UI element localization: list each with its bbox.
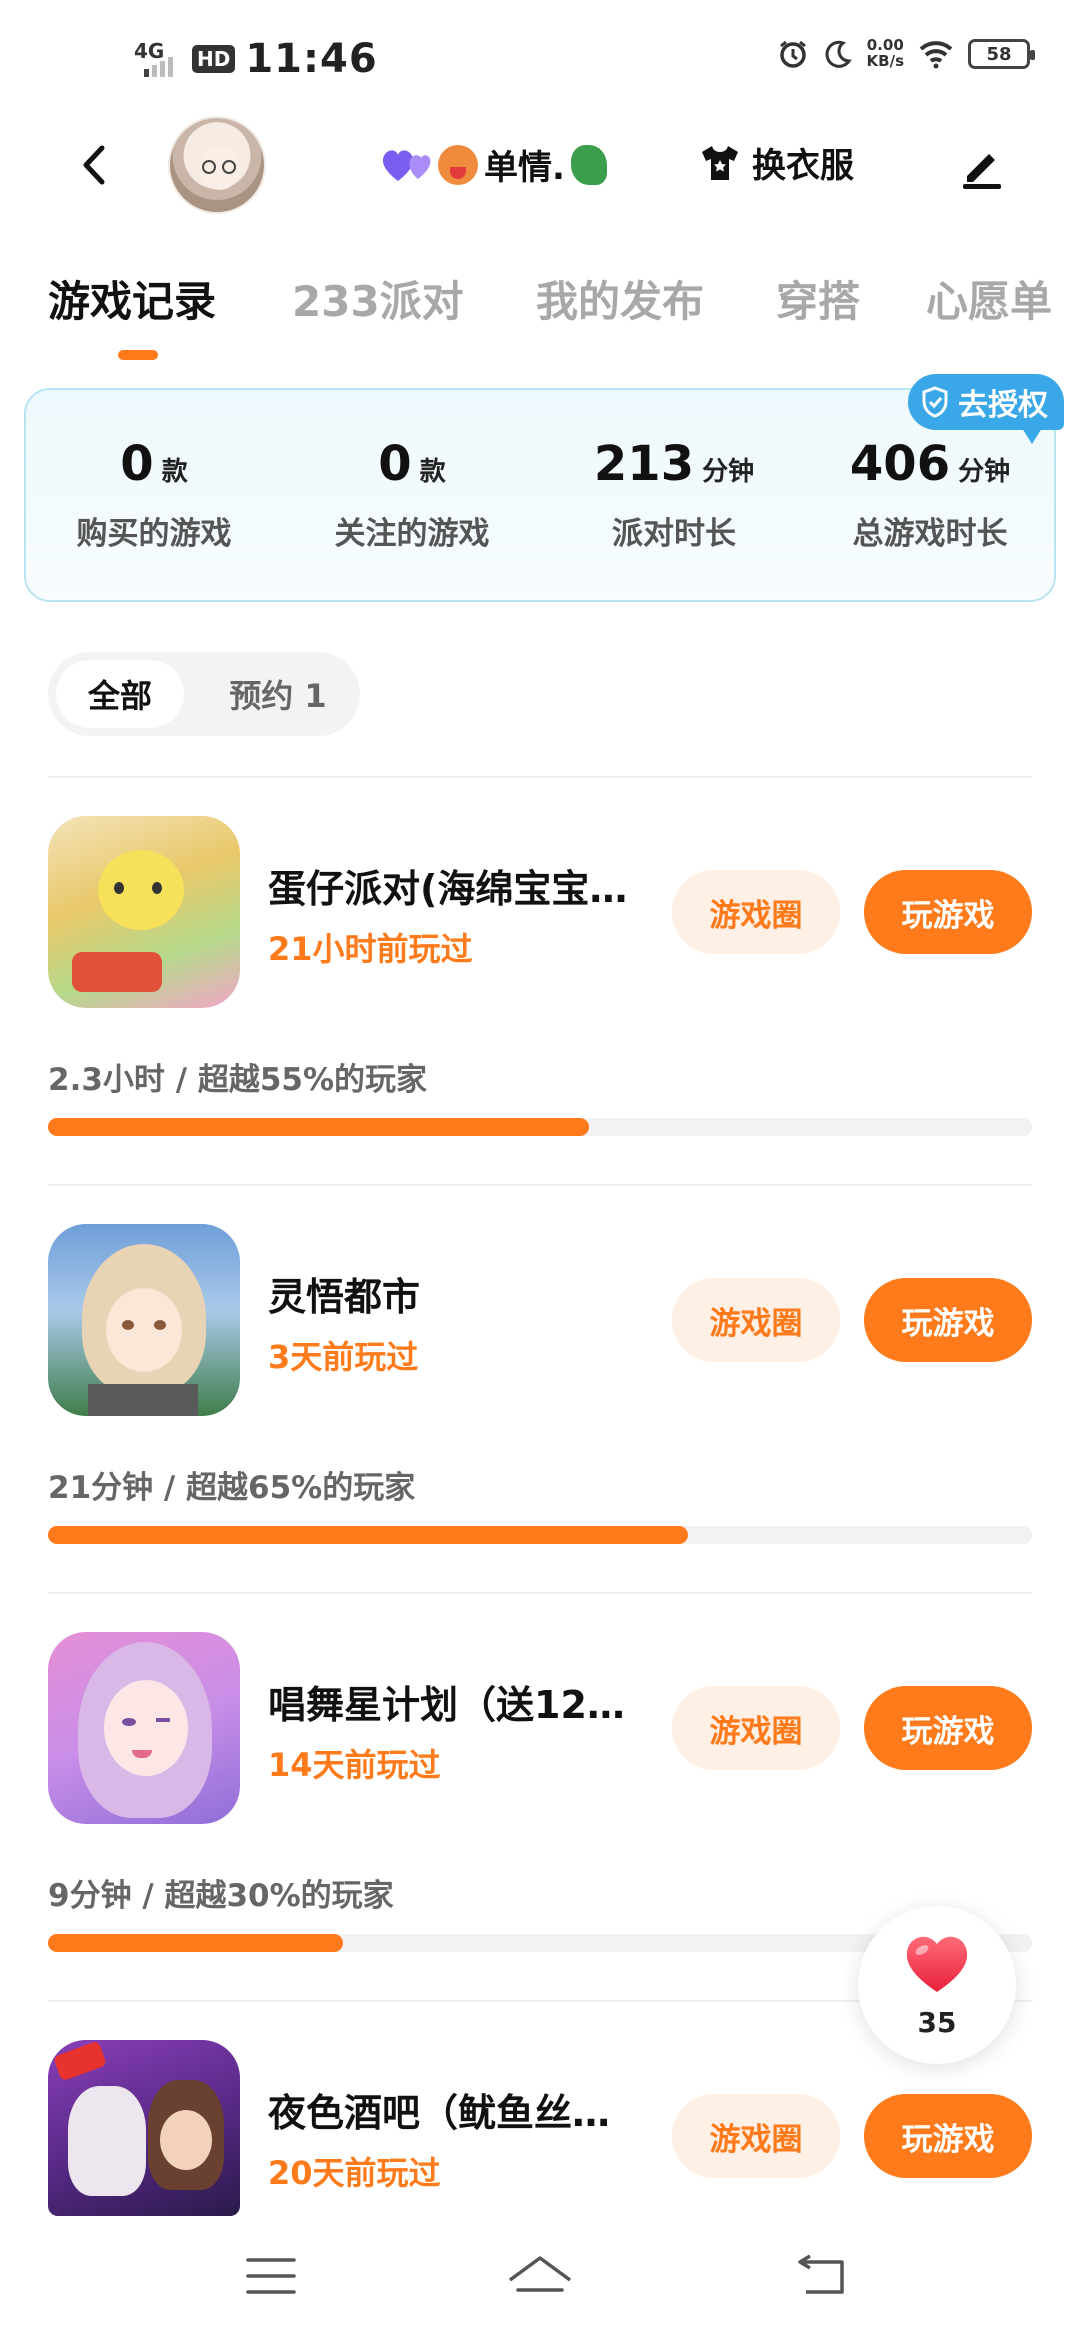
game-title: 唱舞星计划（送12… (268, 1683, 625, 1727)
game-circle-button[interactable]: 游戏圈 (672, 1686, 840, 1770)
game-icon-eggy-party[interactable] (48, 816, 240, 1008)
wifi-icon (919, 41, 953, 69)
tab-wishlist[interactable]: 心愿单 (926, 268, 1066, 368)
back-button[interactable] (70, 140, 120, 190)
play-game-button[interactable]: 玩游戏 (864, 870, 1032, 954)
nickname: 单情. (378, 140, 607, 189)
profile-tabs: 游戏记录 233派对 我的发布 穿搭 心愿单 (48, 268, 1080, 368)
divider (48, 1592, 1032, 1594)
divider (48, 776, 1032, 778)
game-icon-dance-star[interactable] (48, 1632, 240, 1824)
back-nav-icon[interactable] (794, 2254, 852, 2298)
alarm-icon (779, 40, 806, 68)
stats-card: 0款 购买的游戏 0款 关注的游戏 213 分钟 派对时长 406 分钟 总游戏时长 (24, 388, 1056, 602)
stat-party-time: 213 分钟 派对时长 (593, 436, 755, 552)
dragon-emoji-icon (570, 144, 607, 185)
authorize-button[interactable]: 去授权 (908, 374, 1064, 444)
game-circle-button[interactable]: 游戏圈 (672, 870, 840, 954)
game-title: 灵悟都市 (268, 1275, 421, 1319)
status-bar: 4G HD 11:46 0.00 KB/s 58 (0, 0, 1080, 120)
net-speed: 0.00 KB/s (866, 36, 904, 70)
stat-followed: 0款 关注的游戏 (334, 436, 490, 552)
stat-purchased: 0款 购买的游戏 (76, 436, 232, 552)
list-item[interactable]: 灵悟都市 3天前玩过 游戏圈 玩游戏 21分钟 / 超越65%的玩家 (0, 1224, 1080, 1624)
list-item[interactable]: 夜色酒吧（鱿鱼丝… 20天前玩过 游戏圈 玩游戏 (0, 2040, 1080, 2216)
last-played: 21小时前玩过 (268, 930, 473, 968)
system-nav-bar (0, 2220, 1080, 2340)
shield-check-icon (922, 386, 948, 418)
progress-fill (48, 1118, 590, 1136)
active-tab-indicator (118, 350, 158, 360)
game-circle-button[interactable]: 游戏圈 (672, 2094, 840, 2178)
filter-reserved[interactable]: 预约 1 (198, 660, 358, 728)
game-title: 夜色酒吧（鱿鱼丝… (268, 2091, 611, 2135)
last-played: 20天前玩过 (268, 2154, 441, 2192)
list-item[interactable]: 蛋仔派对(海绵宝宝… 21小时前玩过 游戏圈 玩游戏 2.3小时 / 超越55%… (0, 816, 1080, 1216)
face-emoji-icon (438, 144, 478, 185)
game-filter: 全部 预约 1 (48, 652, 360, 736)
last-played: 3天前玩过 (268, 1338, 419, 1376)
tshirt-icon (702, 145, 738, 180)
home-icon[interactable] (504, 2254, 576, 2302)
playtime-text: 9分钟 / 超越30%的玩家 (48, 1878, 394, 1914)
tab-my-posts[interactable]: 我的发布 (536, 268, 776, 368)
stat-total-time: 406 分钟 总游戏时长 (849, 436, 1011, 552)
filter-all[interactable]: 全部 (56, 660, 184, 728)
playtime-text: 21分钟 / 超越65%的玩家 (48, 1470, 416, 1506)
battery-icon: 58 (968, 39, 1035, 69)
menu-icon[interactable] (244, 2254, 298, 2298)
progress-fill (48, 1526, 688, 1544)
playtime-progress (48, 1526, 1032, 1544)
divider (48, 1184, 1032, 1186)
game-icon-night-bar[interactable] (48, 2040, 240, 2216)
like-count: 35 (917, 2006, 957, 2039)
tab-233-party[interactable]: 233派对 (292, 268, 536, 368)
status-time: 11:46 (245, 36, 378, 82)
last-played: 14天前玩过 (268, 1746, 441, 1784)
change-outfit-button[interactable]: 换衣服 (700, 138, 854, 187)
game-circle-button[interactable]: 游戏圈 (672, 1278, 840, 1362)
profile-header: 单情. 换衣服 (0, 110, 1080, 220)
edit-button[interactable] (955, 138, 1009, 192)
play-game-button[interactable]: 玩游戏 (864, 1278, 1032, 1362)
moon-icon (825, 40, 852, 68)
playtime-text: 2.3小时 / 超越55%的玩家 (48, 1062, 428, 1098)
heart-icon (906, 1936, 968, 1992)
like-button[interactable]: 35 (858, 1906, 1016, 2064)
avatar[interactable] (168, 116, 266, 214)
tab-outfits[interactable]: 穿搭 (776, 268, 926, 368)
progress-fill (48, 1934, 344, 1952)
play-game-button[interactable]: 玩游戏 (864, 2094, 1032, 2178)
play-game-button[interactable]: 玩游戏 (864, 1686, 1032, 1770)
playtime-progress (48, 1118, 1032, 1136)
hd-badge: HD (192, 45, 236, 73)
game-icon-lingwu-city[interactable] (48, 1224, 240, 1416)
tab-game-records[interactable]: 游戏记录 (48, 268, 292, 368)
signal-icon: 4G (134, 39, 182, 79)
game-title: 蛋仔派对(海绵宝宝… (268, 867, 628, 911)
purple-hearts-icon (378, 145, 432, 185)
